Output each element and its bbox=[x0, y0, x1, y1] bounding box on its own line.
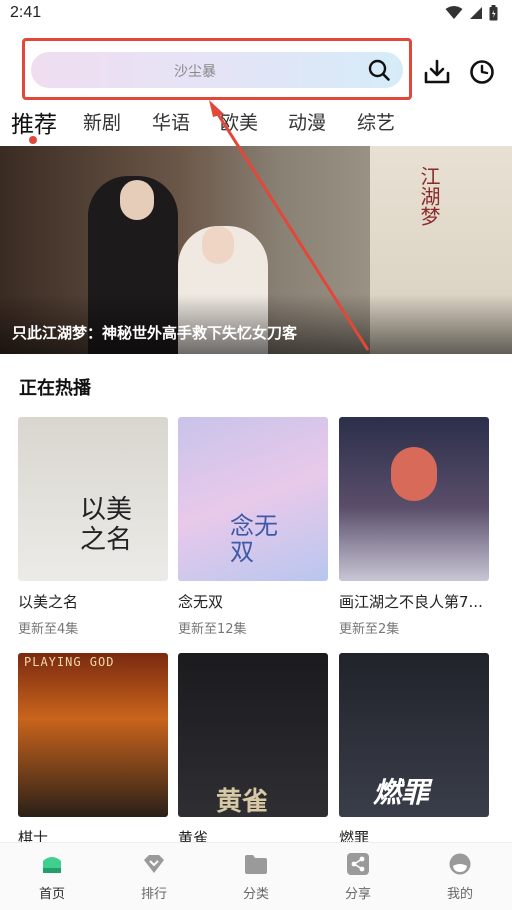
show-card[interactable]: 以美之名 以美之名 更新至4集 bbox=[18, 417, 168, 637]
section-title: 正在热播 bbox=[19, 378, 91, 399]
banner-poster-title: 江湖梦 bbox=[417, 166, 441, 226]
download-icon[interactable] bbox=[424, 59, 450, 85]
search-bar[interactable]: 沙尘暴 bbox=[31, 52, 403, 88]
tab-new-drama[interactable]: 新剧 bbox=[83, 108, 121, 135]
signal-icon bbox=[470, 7, 482, 19]
history-icon[interactable] bbox=[469, 59, 495, 85]
banner-figure-woman-head bbox=[202, 226, 234, 264]
thumbnail-title-art: 燃罪 bbox=[373, 776, 430, 809]
tab-anime[interactable]: 动漫 bbox=[288, 108, 326, 135]
nav-category-label: 分类 bbox=[242, 887, 269, 902]
home-icon bbox=[43, 857, 61, 873]
nav-profile[interactable]: 我的 bbox=[420, 853, 500, 902]
nav-home[interactable]: 首页 bbox=[12, 853, 92, 902]
show-card[interactable]: 画江湖之不良人第7... 更新至2集 bbox=[339, 417, 489, 637]
banner-figure-man-head bbox=[120, 180, 154, 220]
nav-ranking-label: 排行 bbox=[140, 887, 167, 902]
thumbnail-title-art: 黄雀 bbox=[216, 787, 269, 817]
show-thumbnail[interactable]: 以美之名 bbox=[18, 417, 168, 581]
search-icon[interactable] bbox=[367, 58, 391, 82]
tab-recommend[interactable]: 推荐 bbox=[11, 105, 57, 139]
show-update: 更新至12集 bbox=[178, 622, 247, 637]
thumbnail-title-art: PLAYING GOD bbox=[24, 655, 115, 669]
wifi-icon bbox=[445, 6, 463, 19]
tab-chinese[interactable]: 华语 bbox=[152, 108, 190, 135]
active-tab-indicator bbox=[29, 136, 37, 144]
show-thumbnail[interactable] bbox=[339, 417, 489, 581]
show-title: 以美之名 bbox=[18, 593, 79, 611]
status-bar: 2:41 bbox=[0, 0, 512, 28]
featured-banner[interactable]: 江湖梦 只此江湖梦：神秘世外高手救下失忆女刀客 bbox=[0, 146, 512, 354]
ranking-icon bbox=[144, 855, 164, 873]
share-icon bbox=[347, 853, 369, 875]
show-card[interactable]: 念无双 念无双 更新至12集 bbox=[178, 417, 328, 637]
thumbnail-title-art: 以美之名 bbox=[80, 495, 133, 555]
show-title: 画江湖之不良人第7... bbox=[339, 593, 483, 611]
bottom-navigation: 首页 排行 分类 分享 我的 bbox=[0, 842, 512, 910]
show-card[interactable]: PLAYING GOD 棋士 bbox=[18, 653, 168, 854]
show-update: 更新至4集 bbox=[18, 622, 79, 637]
category-tabs: 推荐 新剧 华语 欧美 动漫 综艺 bbox=[0, 104, 512, 144]
tab-variety[interactable]: 综艺 bbox=[357, 108, 395, 135]
nav-ranking[interactable]: 排行 bbox=[114, 853, 194, 902]
thumbnail-title-art: 念无双 bbox=[230, 512, 278, 566]
search-highlight-box: 沙尘暴 bbox=[22, 38, 412, 100]
folder-icon bbox=[245, 855, 267, 874]
show-thumbnail[interactable]: 黄雀 bbox=[178, 653, 328, 817]
nav-home-label: 首页 bbox=[38, 887, 65, 902]
nav-profile-label: 我的 bbox=[446, 887, 473, 902]
search-placeholder: 沙尘暴 bbox=[174, 64, 216, 80]
thumbnail-character bbox=[391, 447, 437, 501]
status-time: 2:41 bbox=[10, 4, 42, 21]
nav-share-label: 分享 bbox=[344, 887, 371, 902]
show-card[interactable]: 黄雀 黄雀 bbox=[178, 653, 328, 854]
show-update: 更新至2集 bbox=[339, 622, 400, 637]
profile-icon bbox=[449, 853, 471, 875]
show-card[interactable]: 燃罪 燃罪 bbox=[339, 653, 489, 854]
show-thumbnail[interactable]: PLAYING GOD bbox=[18, 653, 168, 817]
show-thumbnail[interactable]: 念无双 bbox=[178, 417, 328, 581]
nav-category[interactable]: 分类 bbox=[216, 853, 296, 902]
tab-western[interactable]: 欧美 bbox=[220, 108, 258, 135]
battery-icon bbox=[489, 5, 498, 21]
banner-caption: 只此江湖梦：神秘世外高手救下失忆女刀客 bbox=[12, 324, 298, 342]
nav-share[interactable]: 分享 bbox=[318, 853, 398, 902]
status-icons bbox=[445, 5, 498, 21]
show-thumbnail[interactable]: 燃罪 bbox=[339, 653, 489, 817]
show-title: 念无双 bbox=[178, 593, 224, 611]
